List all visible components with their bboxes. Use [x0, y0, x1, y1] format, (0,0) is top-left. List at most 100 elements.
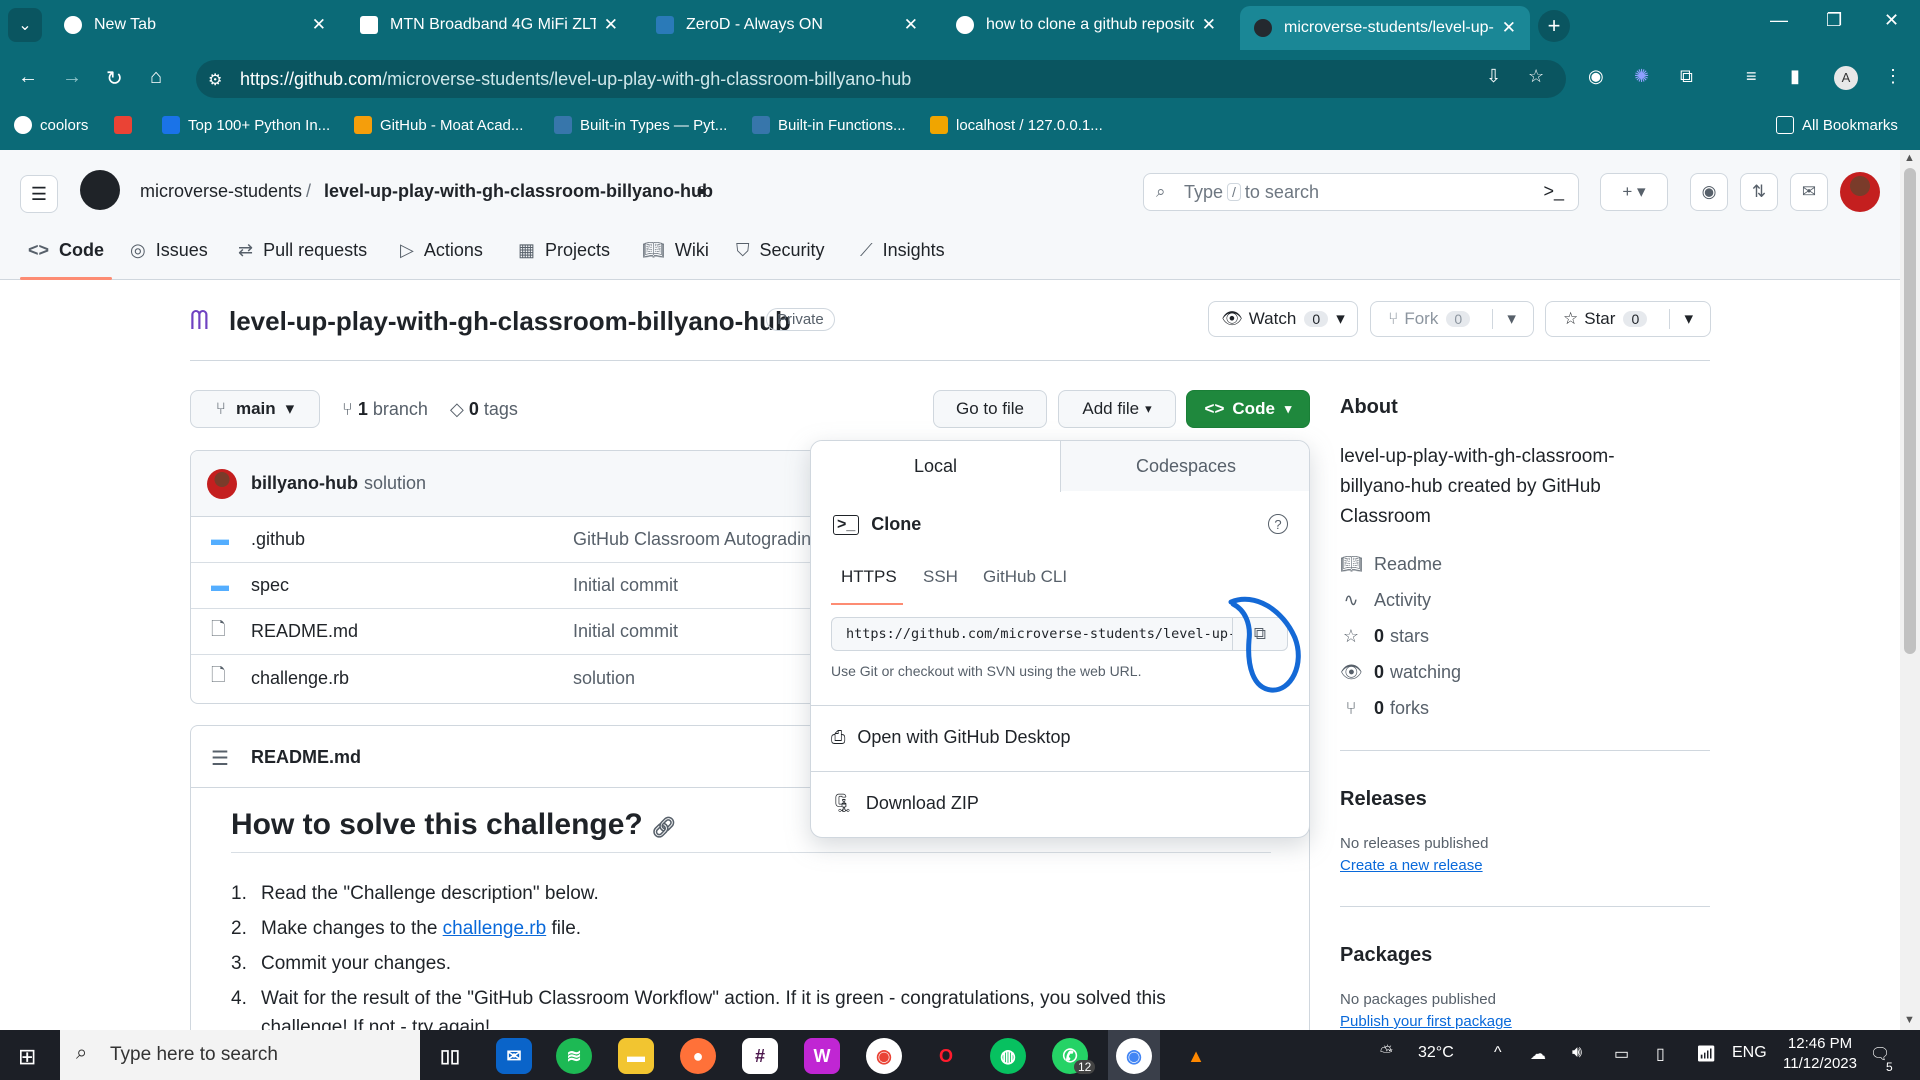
star-button[interactable]: ☆ Star 0 ▾: [1545, 301, 1711, 337]
all-bookmarks[interactable]: All Bookmarks: [1776, 116, 1898, 134]
commit-author-avatar[interactable]: [207, 468, 237, 499]
install-app-icon[interactable]: ⇩: [1486, 66, 1501, 87]
bookmark-gmail[interactable]: [114, 116, 140, 134]
spotify-icon[interactable]: ≋: [556, 1038, 592, 1074]
tab-zerod[interactable]: ZeroD - Always ON ✕: [642, 6, 932, 44]
extension-icon[interactable]: ✺: [1634, 66, 1649, 87]
breadcrumb-owner[interactable]: microverse-students: [140, 181, 302, 202]
battery-icon[interactable]: ▭: [1614, 1044, 1629, 1064]
tab-google-search[interactable]: how to clone a github repositor ✕: [942, 6, 1230, 44]
opera-icon[interactable]: O: [928, 1038, 964, 1074]
scrollbar-thumb[interactable]: [1904, 168, 1916, 654]
tab-https[interactable]: HTTPS: [841, 567, 897, 587]
tab-new-tab[interactable]: New Tab ✕: [50, 6, 340, 44]
tab-search-button[interactable]: ⌄: [8, 8, 42, 42]
fork-button[interactable]: ⑂ Fork 0 ▾: [1370, 301, 1534, 337]
tab-insights[interactable]: ⟋ Insights: [860, 240, 945, 261]
add-file-button[interactable]: Add file ▾: [1058, 390, 1176, 428]
commit-message[interactable]: solution: [364, 473, 426, 494]
grammarly-icon[interactable]: ◉: [1588, 66, 1604, 87]
chrome-menu-icon[interactable]: ⋮: [1884, 66, 1902, 87]
bookmark-builtin-types[interactable]: Built-in Types — Pyt...: [554, 116, 727, 134]
clock[interactable]: 12:46 PM 11/12/2023: [1780, 1034, 1860, 1074]
firefox-icon[interactable]: ●: [680, 1038, 716, 1074]
list-icon[interactable]: ☰: [211, 746, 229, 771]
tab-github-repo[interactable]: microverse-students/level-up-p ✕: [1240, 6, 1530, 50]
tags-link[interactable]: ◇ 0 tags: [450, 399, 518, 420]
forward-icon[interactable]: →: [62, 66, 82, 89]
media-icon[interactable]: ≡: [1746, 66, 1757, 87]
tab-github-cli[interactable]: GitHub CLI: [983, 567, 1067, 587]
back-icon[interactable]: ←: [18, 66, 38, 89]
bookmark-python-interview[interactable]: Top 100+ Python In...: [162, 116, 330, 134]
taskbar-search-input[interactable]: ⌕ Type here to search: [60, 1030, 420, 1080]
search-input[interactable]: ⌕ Type / to search >_: [1143, 173, 1579, 211]
activity-link[interactable]: ∿ Activity: [1340, 590, 1431, 611]
watch-button[interactable]: 👁︎ Watch 0 ▾: [1208, 301, 1358, 337]
chrome-profile-icon[interactable]: ◉: [1116, 1038, 1152, 1074]
bookmark-localhost[interactable]: localhost / 127.0.0.1...: [930, 116, 1103, 134]
tab-codespaces[interactable]: Codespaces: [1061, 441, 1309, 491]
clone-url-input[interactable]: https://github.com/microverse-students/l…: [831, 617, 1233, 651]
user-avatar[interactable]: [1840, 172, 1880, 212]
restore-icon[interactable]: ❐: [1826, 10, 1842, 31]
tab-projects[interactable]: ▦ Projects: [518, 240, 610, 261]
readme-link[interactable]: 📖︎ Readme: [1340, 554, 1442, 575]
issues-icon[interactable]: ◉: [1690, 173, 1728, 211]
tab-ssh[interactable]: SSH: [923, 567, 958, 587]
hamburger-menu-icon[interactable]: ☰: [20, 175, 58, 213]
breadcrumb-repo[interactable]: level-up-play-with-gh-classroom-billyano…: [324, 181, 713, 202]
wifi-icon[interactable]: 📶︎: [1696, 1044, 1716, 1064]
download-zip-button[interactable]: 🗜︎ Download ZIP: [831, 793, 979, 814]
weather-temp[interactable]: 32°C: [1418, 1044, 1454, 1062]
tab-code[interactable]: <> Code: [28, 240, 104, 261]
address-bar[interactable]: https://github.com/microverse-students/l…: [196, 60, 1566, 98]
close-window-icon[interactable]: ✕: [1884, 10, 1899, 31]
bookmark-star-icon[interactable]: ☆: [1528, 66, 1544, 87]
close-tab-icon[interactable]: ✕: [904, 15, 918, 35]
code-button[interactable]: <> Code ▾: [1186, 390, 1310, 428]
branch-selector[interactable]: ⑂ main ▾: [190, 390, 320, 428]
bookmark-builtin-functions[interactable]: Built-in Functions...: [752, 116, 906, 134]
home-icon[interactable]: ⌂: [150, 66, 162, 89]
tab-wiki[interactable]: 📖︎ Wiki: [642, 240, 709, 261]
go-to-file-button[interactable]: Go to file: [933, 390, 1047, 428]
help-icon[interactable]: ?: [1268, 514, 1288, 534]
create-release-link[interactable]: Create a new release: [1340, 857, 1483, 874]
weather-icon[interactable]: ⛅︎: [1380, 1044, 1393, 1062]
profile-avatar[interactable]: A: [1834, 66, 1858, 90]
challenge-link[interactable]: challenge.rb: [443, 918, 547, 939]
tab-issues[interactable]: ◎ Issues: [130, 240, 208, 261]
inbox-icon[interactable]: ✉: [1790, 173, 1828, 211]
chrome-taskbar-icon[interactable]: ◉: [866, 1038, 902, 1074]
task-view-icon[interactable]: ▯▯: [432, 1038, 468, 1074]
packages-heading[interactable]: Packages: [1340, 944, 1432, 967]
commit-author[interactable]: billyano-hub: [251, 473, 358, 494]
pull-requests-icon[interactable]: ⇅: [1740, 173, 1778, 211]
wps-icon[interactable]: W: [804, 1038, 840, 1074]
tab-security[interactable]: ⛉ Security: [736, 240, 825, 261]
show-hidden-icons[interactable]: ^: [1494, 1044, 1502, 1062]
bookmark-coolors[interactable]: coolors: [14, 116, 88, 134]
close-tab-icon[interactable]: ✕: [1502, 18, 1516, 38]
side-panel-icon[interactable]: ▮: [1790, 66, 1800, 87]
slack-icon[interactable]: #: [742, 1038, 778, 1074]
extensions-puzzle-icon[interactable]: ⧉: [1680, 66, 1693, 87]
new-tab-button[interactable]: +: [1538, 10, 1570, 42]
publish-package-link[interactable]: Publish your first package: [1340, 1013, 1512, 1030]
github-logo-icon[interactable]: [80, 170, 120, 210]
wechat-icon[interactable]: ◍: [990, 1038, 1026, 1074]
link-icon[interactable]: 🔗︎: [651, 817, 676, 839]
command-palette-icon[interactable]: >_: [1543, 181, 1564, 202]
bookmark-github-moat[interactable]: GitHub - Moat Acad...: [354, 116, 523, 134]
tab-pull-requests[interactable]: ⇄ Pull requests: [238, 240, 367, 261]
volume-icon[interactable]: 🔊︎: [1572, 1044, 1582, 1062]
scroll-up-icon[interactable]: ▲: [1904, 152, 1915, 164]
onedrive-icon[interactable]: ☁: [1530, 1044, 1546, 1064]
stars-link[interactable]: ☆ 0 stars: [1340, 626, 1429, 647]
close-tab-icon[interactable]: ✕: [312, 15, 326, 35]
reload-icon[interactable]: ↻: [106, 66, 123, 91]
language-indicator[interactable]: ENG: [1732, 1044, 1767, 1062]
open-with-desktop-button[interactable]: ⎙ Open with GitHub Desktop: [831, 727, 1071, 748]
close-tab-icon[interactable]: ✕: [1202, 15, 1216, 35]
